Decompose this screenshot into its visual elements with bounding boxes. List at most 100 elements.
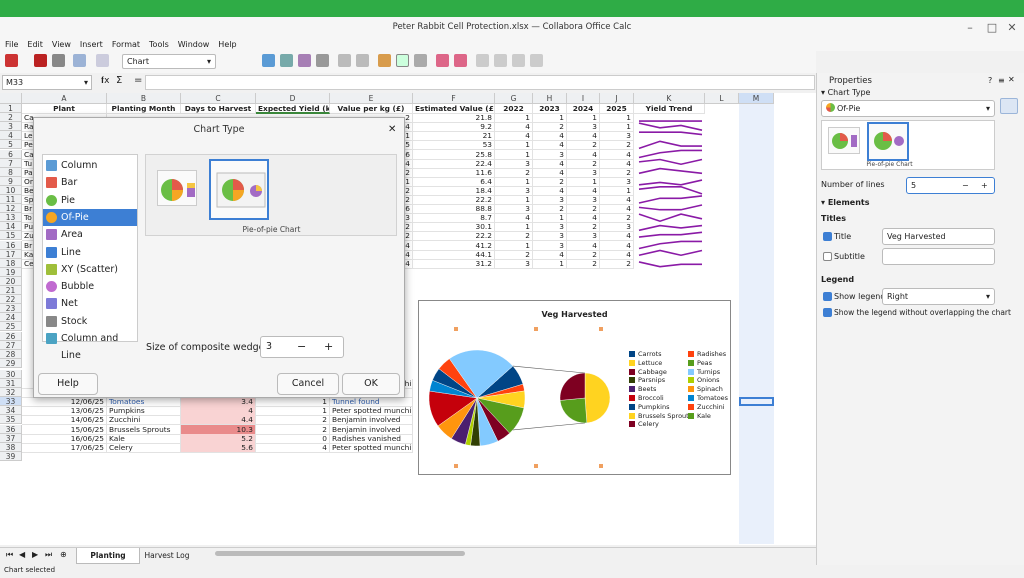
all-axes-icon[interactable]	[530, 54, 543, 67]
column-header[interactable]: J	[600, 93, 634, 104]
z-axis-icon[interactable]	[512, 54, 525, 67]
tab-harvest-log[interactable]: Harvest Log	[144, 548, 190, 564]
harvest-count-cell[interactable]: 4	[256, 442, 330, 453]
data-table-icon[interactable]	[338, 54, 351, 67]
column-header[interactable]: D	[256, 93, 330, 104]
y-axis-icon[interactable]	[494, 54, 507, 67]
header-cell[interactable]: Expected Yield (kg)	[256, 104, 330, 114]
row-header[interactable]: 2	[0, 113, 22, 123]
properties-deck-icon[interactable]	[1000, 98, 1018, 114]
plus-icon[interactable]: +	[981, 178, 988, 193]
titles-icon[interactable]	[378, 54, 391, 67]
row-header[interactable]: 34	[0, 406, 22, 416]
chart-element-combo[interactable]: Chart ▾	[122, 54, 216, 69]
plus-icon[interactable]: +	[324, 340, 333, 353]
column-header[interactable]: M	[739, 93, 774, 104]
resize-handle[interactable]	[454, 464, 458, 468]
chart-type-item[interactable]: Net	[43, 295, 137, 312]
resize-handle[interactable]	[534, 464, 538, 468]
redo-icon[interactable]	[96, 54, 109, 67]
ok-button[interactable]: OK	[342, 373, 400, 395]
subtitle-checkbox[interactable]	[823, 252, 832, 261]
chart-type-item[interactable]: Of-Pie	[43, 208, 137, 226]
row-header[interactable]: 5	[0, 140, 22, 150]
format-icon[interactable]	[5, 54, 18, 67]
chart-type-item[interactable]: Line	[43, 244, 137, 261]
row-header[interactable]: 27	[0, 340, 22, 350]
column-header[interactable]: G	[495, 93, 533, 104]
row-header[interactable]: 24	[0, 313, 22, 323]
bar-of-pie-variant[interactable]	[828, 127, 860, 154]
chart-type-section-header[interactable]: ▾ Chart Type	[821, 88, 870, 98]
prev-sheet-icon[interactable]: ◀	[19, 550, 25, 559]
subtitle-input[interactable]	[882, 248, 995, 265]
title-input[interactable]: Veg Harvested	[882, 228, 995, 245]
sidebar-menu-icon[interactable]: ?	[988, 76, 992, 86]
row-header[interactable]: 33	[0, 397, 22, 407]
copy-icon[interactable]	[52, 54, 65, 67]
row-header[interactable]: 18	[0, 258, 22, 268]
chart-type-item[interactable]: Bar	[43, 174, 137, 191]
legend-position-dropdown[interactable]: Right ▾	[882, 288, 995, 305]
help-button[interactable]: Help	[38, 373, 98, 395]
select-all-corner[interactable]	[0, 93, 22, 104]
row-header[interactable]: 16	[0, 240, 22, 250]
resize-handle[interactable]	[454, 327, 458, 331]
row-header[interactable]: 39	[0, 451, 22, 461]
row-header[interactable]: 7	[0, 158, 22, 168]
first-sheet-icon[interactable]: ⏮	[6, 550, 13, 560]
row-header[interactable]: 30	[0, 369, 22, 379]
secondary-pie-slice[interactable]	[559, 397, 588, 424]
row-header[interactable]: 14	[0, 222, 22, 232]
last-sheet-icon[interactable]: ⏭	[45, 550, 52, 560]
maximize-icon[interactable]: □	[982, 17, 1002, 38]
minus-icon[interactable]: −	[297, 340, 306, 353]
harvest-plant-cell[interactable]: Celery	[107, 442, 181, 453]
harvest-qty-cell[interactable]: 5.6	[181, 442, 256, 453]
secondary-pie-slice[interactable]	[584, 372, 611, 424]
row-header[interactable]: 19	[0, 267, 22, 277]
chart-type-item[interactable]: Bubble	[43, 278, 137, 295]
menu-format[interactable]: Format	[112, 40, 140, 49]
chart-wall-icon[interactable]	[298, 54, 311, 67]
elements-section-header[interactable]: ▾ Elements	[821, 198, 870, 208]
bar-of-pie-variant[interactable]	[157, 170, 197, 206]
row-header[interactable]: 22	[0, 295, 22, 305]
menu-file[interactable]: File	[5, 40, 18, 49]
row-header[interactable]: 38	[0, 442, 22, 452]
x-axis-icon[interactable]	[476, 54, 489, 67]
name-box[interactable]: M33 ▾	[2, 75, 92, 90]
title-checkbox[interactable]	[823, 232, 832, 241]
number-of-lines-spinbox[interactable]: 5 − +	[906, 177, 995, 194]
column-header[interactable]: C	[181, 93, 256, 104]
cell-i[interactable]: 2	[567, 258, 600, 269]
chart-type-icon[interactable]	[262, 54, 275, 67]
close-icon[interactable]: ✕	[388, 124, 396, 135]
formula-input[interactable]	[145, 75, 815, 90]
row-header[interactable]: 1	[0, 104, 22, 114]
row-header[interactable]: 29	[0, 358, 22, 368]
show-legend-checkbox[interactable]	[823, 292, 832, 301]
selected-cell-m33[interactable]	[739, 397, 774, 407]
column-header[interactable]: L	[705, 93, 739, 104]
chart-type-dropdown[interactable]: Of-Pie ▾	[821, 100, 995, 117]
chart-area-icon[interactable]	[280, 54, 293, 67]
minus-icon[interactable]: −	[962, 178, 969, 193]
row-header[interactable]: 25	[0, 322, 22, 332]
chart-type-item[interactable]: Pie	[43, 192, 137, 209]
close-sidebar-icon[interactable]: ✕	[1008, 75, 1015, 85]
row-header[interactable]: 20	[0, 276, 22, 286]
column-header[interactable]: E	[330, 93, 413, 104]
harvest-date-cell[interactable]: 17/06/25	[22, 442, 107, 453]
horizontal-scrollbar[interactable]	[215, 551, 465, 556]
next-sheet-icon[interactable]: ▶	[32, 550, 38, 559]
column-header[interactable]: H	[533, 93, 567, 104]
chart-type-item[interactable]: XY (Scatter)	[43, 261, 137, 278]
pie-of-pie-variant[interactable]	[867, 122, 909, 161]
row-header[interactable]: 26	[0, 331, 22, 341]
column-header[interactable]: B	[107, 93, 181, 104]
resize-handle[interactable]	[534, 327, 538, 331]
column-header[interactable]: I	[567, 93, 600, 104]
cell-h[interactable]: 1	[533, 258, 567, 269]
formula-icon[interactable]: =	[134, 75, 142, 86]
